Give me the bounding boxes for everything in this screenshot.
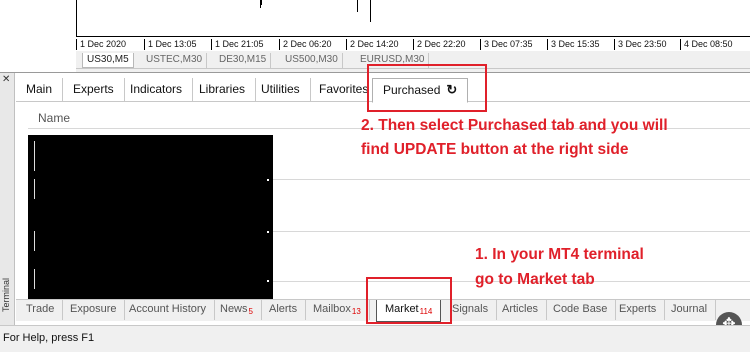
tab-trade[interactable]: Trade [18, 300, 64, 320]
tab-journal[interactable]: Journal [663, 300, 717, 320]
divider [34, 231, 35, 251]
time-label: 1 Dec 2020 [76, 39, 126, 50]
callout-market-tab [366, 277, 452, 324]
tab-us500-m30[interactable]: US500,M30 [281, 53, 343, 68]
tab-news[interactable]: News5 [212, 300, 262, 320]
tab-alerts[interactable]: Alerts [261, 300, 307, 320]
tab-experts[interactable]: Experts [63, 78, 125, 101]
tab-us30-m5[interactable]: US30,M5 [82, 53, 134, 68]
price-bar [261, 0, 262, 5]
mailbox-count-badge: 13 [351, 307, 361, 316]
row-divider [273, 231, 750, 232]
chart-left-gutter [0, 0, 76, 72]
tab-label: Account History [129, 303, 207, 315]
tab-label: Signals [452, 303, 489, 315]
news-count-badge: 5 [248, 307, 253, 316]
divider [34, 141, 35, 171]
row-marker [267, 179, 269, 181]
time-axis: 1 Dec 2020 1 Dec 13:05 1 Dec 21:05 2 Dec… [76, 36, 750, 51]
terminal-label: Terminal [1, 277, 11, 312]
tab-label: Articles [502, 303, 539, 315]
tab-label: Trade [26, 303, 55, 315]
tab-label: Mailbox [313, 303, 351, 315]
annotation-step2-line2: find UPDATE button at the right side [361, 141, 629, 158]
tab-libraries[interactable]: Libraries [189, 78, 257, 101]
tab-account-history[interactable]: Account History [121, 300, 216, 320]
time-label: 1 Dec 21:05 [211, 39, 264, 50]
time-label: 3 Dec 23:50 [614, 39, 667, 50]
terminal-sidebar: ✕ Terminal [0, 73, 15, 326]
tab-label: Journal [671, 303, 708, 315]
tab-label: Exposure [70, 303, 117, 315]
price-bar [370, 0, 371, 22]
time-label: 3 Dec 07:35 [480, 39, 533, 50]
tab-label: News [220, 303, 248, 315]
annotation-step1-line2: go to Market tab [475, 271, 595, 288]
tab-experts-log[interactable]: Experts [611, 300, 666, 320]
time-label: 2 Dec 06:20 [279, 39, 332, 50]
tab-label: Experts [619, 303, 657, 315]
status-bar: For Help, press F1 [0, 325, 750, 352]
callout-purchased-tab [367, 64, 487, 112]
time-label: 4 Dec 08:50 [680, 39, 733, 50]
divider [34, 179, 35, 199]
purchased-products-list[interactable] [28, 135, 273, 305]
tab-articles[interactable]: Articles [494, 300, 548, 320]
row-divider [273, 179, 750, 180]
price-chart[interactable] [76, 0, 750, 36]
time-label: 2 Dec 14:20 [346, 39, 399, 50]
tab-indicators[interactable]: Indicators [120, 78, 194, 101]
tab-label: Alerts [269, 303, 298, 315]
tab-code-base[interactable]: Code Base [545, 300, 617, 320]
time-label: 3 Dec 15:35 [547, 39, 600, 50]
time-label: 1 Dec 13:05 [144, 39, 197, 50]
tab-mailbox[interactable]: Mailbox13 [305, 300, 370, 320]
price-bar [357, 0, 358, 12]
close-icon[interactable]: ✕ [2, 74, 10, 85]
annotation-step2-line1: 2. Then select Purchased tab and you wil… [361, 117, 668, 134]
tab-label: Code Base [553, 303, 608, 315]
status-help-text: For Help, press F1 [3, 332, 95, 344]
annotation-step1-line1: 1. In your MT4 terminal [475, 246, 644, 263]
tab-exposure[interactable]: Exposure [62, 300, 126, 320]
column-header-name[interactable]: Name [38, 111, 70, 125]
row-marker [267, 280, 269, 282]
time-label: 2 Dec 22:20 [413, 39, 466, 50]
tab-main[interactable]: Main [16, 78, 64, 101]
divider [34, 269, 35, 289]
tab-de30-m15[interactable]: DE30,M15 [215, 53, 272, 68]
tab-utilities[interactable]: Utilities [251, 78, 311, 101]
tab-ustec-m30[interactable]: USTEC,M30 [142, 53, 208, 68]
row-marker [267, 231, 269, 233]
